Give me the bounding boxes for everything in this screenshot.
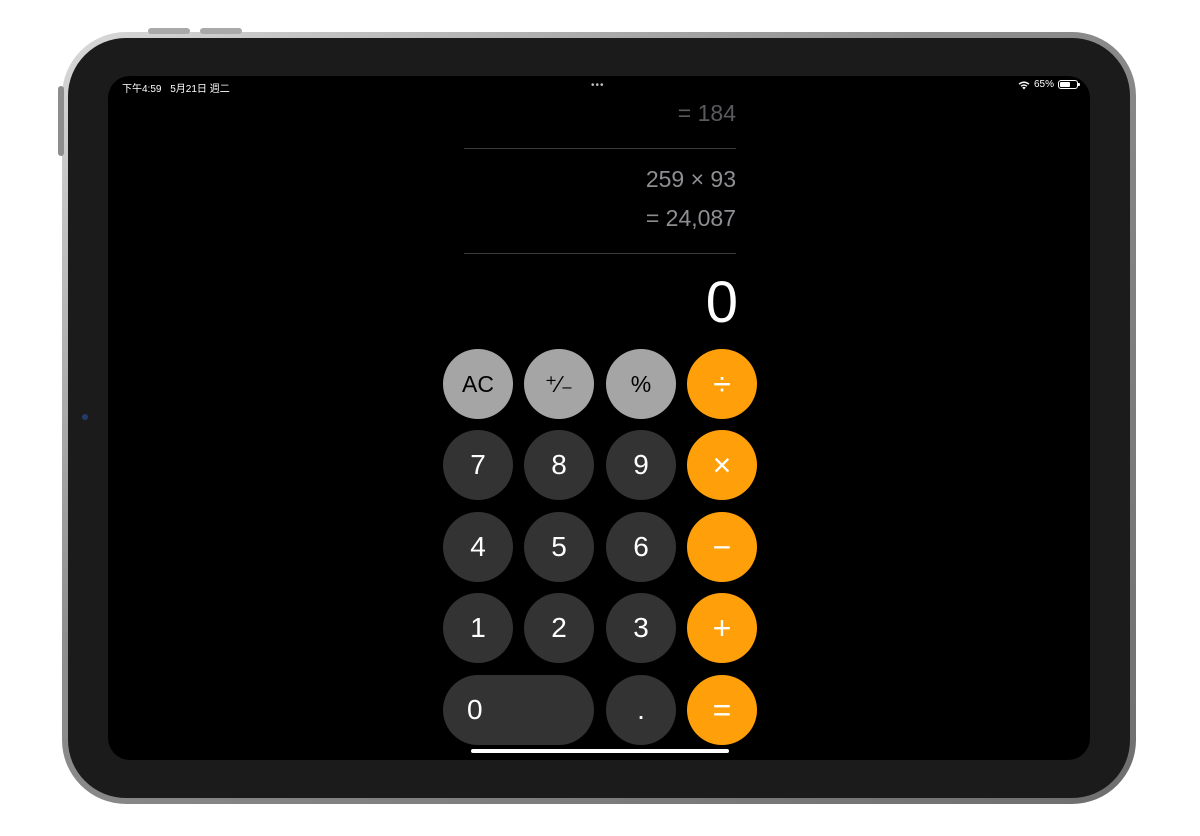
digit-1-button[interactable]: 1 bbox=[443, 593, 513, 663]
digit-7-button[interactable]: 7 bbox=[443, 430, 513, 500]
digit-2-button[interactable]: 2 bbox=[524, 593, 594, 663]
digit-8-button[interactable]: 8 bbox=[524, 430, 594, 500]
history-result: = 184 bbox=[677, 100, 736, 126]
wifi-icon bbox=[1018, 81, 1030, 89]
side-button bbox=[58, 86, 64, 156]
subtract-button[interactable]: − bbox=[687, 512, 757, 582]
equals-button[interactable]: = bbox=[687, 675, 757, 745]
status-bar-left: 下午4:59 5月21日 週二 bbox=[122, 80, 236, 95]
history-result: = 24,087 bbox=[645, 205, 736, 231]
digit-3-button[interactable]: 3 bbox=[606, 593, 676, 663]
digit-5-button[interactable]: 5 bbox=[524, 512, 594, 582]
digit-0-button[interactable]: 0 bbox=[443, 675, 594, 745]
battery-cap bbox=[1078, 83, 1080, 86]
history-divider bbox=[464, 253, 736, 254]
multiply-button[interactable]: × bbox=[687, 430, 757, 500]
home-indicator[interactable] bbox=[471, 749, 729, 753]
percent-button[interactable]: % bbox=[606, 349, 676, 419]
battery-percentage: 65% bbox=[1033, 79, 1054, 90]
battery-level-fill bbox=[1060, 82, 1071, 87]
digit-4-button[interactable]: 4 bbox=[443, 512, 513, 582]
status-date: 5月21日 週二 bbox=[170, 84, 230, 95]
digit-6-button[interactable]: 6 bbox=[606, 512, 676, 582]
add-button[interactable]: + bbox=[687, 593, 757, 663]
history-divider bbox=[464, 148, 736, 149]
status-bar-right: 65% bbox=[1018, 79, 1080, 90]
result-display: 0 bbox=[705, 270, 738, 335]
divide-button[interactable]: ÷ bbox=[687, 349, 757, 419]
status-time: 下午4:59 bbox=[122, 84, 162, 95]
clear-button[interactable]: AC bbox=[443, 349, 513, 419]
digit-9-button[interactable]: 9 bbox=[606, 430, 676, 500]
camera-icon bbox=[82, 414, 88, 420]
decimal-button[interactable]: . bbox=[606, 675, 676, 745]
calculator-screen: 下午4:59 5月21日 週二 ••• 65% = 184 259 × 93 =… bbox=[108, 76, 1090, 760]
volume-button bbox=[148, 28, 190, 34]
battery-icon bbox=[1058, 80, 1080, 89]
history-expression: 259 × 93 bbox=[645, 166, 736, 192]
multitasking-menu-icon[interactable]: ••• bbox=[591, 80, 605, 91]
plus-minus-button[interactable]: ⁺∕₋ bbox=[524, 349, 594, 419]
volume-button bbox=[200, 28, 242, 34]
